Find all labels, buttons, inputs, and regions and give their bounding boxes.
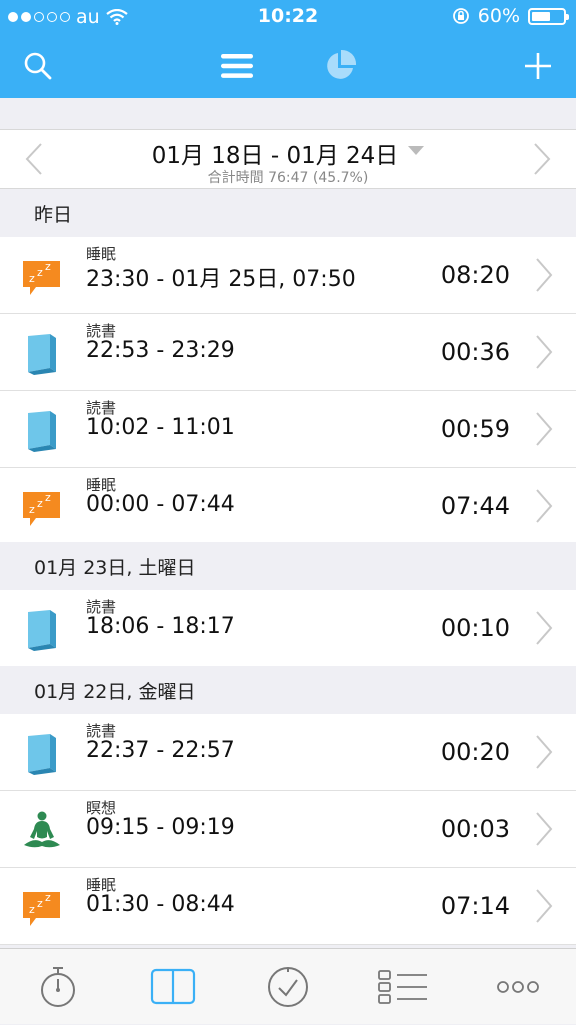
battery-percent: 60% [477, 5, 520, 27]
activity-row[interactable]: 瞑想 09:15 - 09:19 00:03 [0, 791, 576, 868]
tab-timer[interactable] [0, 949, 115, 1025]
chevron-right-icon [536, 489, 553, 523]
menu-icon [221, 54, 253, 78]
chevron-right-icon [536, 258, 553, 292]
duration: 00:36 [440, 338, 510, 366]
search-button[interactable] [12, 34, 64, 98]
status-right: 60% [452, 5, 569, 27]
battery-icon [528, 7, 569, 25]
svg-text:z: z [29, 903, 35, 916]
activity-row[interactable]: z z z 睡眠 01:30 - 08:44 07:14 [0, 868, 576, 945]
tab-bar [0, 948, 576, 1024]
row-disclosure [534, 411, 554, 447]
total-time-label: 合計時間 76:47 (45.7%) [207, 170, 369, 186]
duration: 07:44 [440, 492, 510, 520]
row-disclosure [534, 257, 554, 293]
date-range-label: 01月 18日 - 01月 24日 [151, 143, 399, 169]
chevron-right-icon [534, 143, 551, 175]
dropdown-caret-icon [408, 146, 425, 155]
duration: 00:20 [440, 738, 510, 766]
navigation-bar [0, 34, 576, 98]
meditation-icon [20, 809, 64, 853]
chevron-right-icon [536, 889, 553, 923]
row-disclosure [534, 610, 554, 646]
duration: 00:59 [440, 415, 510, 443]
activity-row[interactable]: 読書 18:06 - 18:17 00:10 [0, 590, 576, 667]
chevron-right-icon [536, 412, 553, 446]
section-header: 01月 22日, 金曜日 [0, 666, 576, 714]
sleep-icon: zzz [20, 255, 64, 299]
duration: 00:03 [440, 815, 510, 843]
date-range-selector: 01月 18日 - 01月 24日 合計時間 76:47 (45.7%) [0, 129, 576, 189]
row-disclosure [534, 811, 554, 847]
svg-text:z: z [37, 497, 43, 510]
book-icon [20, 409, 64, 453]
svg-text:z: z [45, 491, 51, 504]
time-range: 01:30 - 08:44 [86, 892, 235, 917]
date-range-dropdown[interactable]: 01月 18日 - 01月 24日 [0, 136, 576, 170]
goals-icon [267, 967, 308, 1007]
chevron-right-icon [536, 812, 553, 846]
duration: 07:14 [440, 892, 510, 920]
activity-row[interactable]: 読書 10:02 - 11:01 00:59 [0, 391, 576, 468]
stopwatch-icon [40, 967, 75, 1007]
book-icon [20, 608, 64, 652]
activity-row[interactable]: z z z 睡眠 23:30 - 01月 25日, 07:50 08:20 [0, 237, 576, 314]
svg-text:z: z [37, 266, 43, 279]
sleep-icon: zzz [20, 486, 64, 530]
svg-text:z: z [45, 891, 51, 904]
tab-categories[interactable] [345, 949, 460, 1025]
chevron-right-icon [536, 335, 553, 369]
tab-log[interactable] [115, 949, 230, 1025]
duration: 08:20 [440, 261, 510, 289]
menu-button[interactable] [212, 34, 262, 98]
tab-more[interactable] [460, 949, 575, 1025]
svg-text:z: z [29, 272, 35, 285]
book-icon [20, 332, 64, 376]
svg-text:z: z [29, 503, 35, 516]
tab-goals[interactable] [230, 949, 345, 1025]
row-disclosure [534, 734, 554, 770]
book-icon [20, 732, 64, 776]
list-icon [377, 970, 427, 1004]
add-entry-button[interactable] [512, 34, 564, 98]
row-disclosure [534, 888, 554, 924]
time-range: 10:02 - 11:01 [86, 415, 235, 440]
svg-text:z: z [37, 897, 43, 910]
time-range: 18:06 - 18:17 [86, 614, 235, 639]
more-icon [496, 981, 539, 993]
chevron-right-icon [536, 611, 553, 645]
activity-row[interactable]: z z z 睡眠 00:00 - 07:44 07:44 [0, 468, 576, 545]
section-header: 昨日 [0, 189, 576, 237]
status-bar: au 10:22 60% [0, 0, 576, 34]
rotation-lock-icon [452, 8, 469, 24]
time-range: 09:15 - 09:19 [86, 815, 235, 840]
time-range: 23:30 - 01月 25日, 07:50 [86, 267, 356, 292]
add-icon [525, 53, 551, 79]
row-disclosure [534, 488, 554, 524]
section-header: 01月 23日, 土曜日 [0, 542, 576, 590]
sleep-icon: zzz [20, 886, 64, 930]
pie-chart-icon [327, 49, 357, 79]
statistics-button[interactable] [314, 34, 366, 98]
time-range: 22:53 - 23:29 [86, 338, 235, 363]
duration: 00:10 [440, 614, 510, 642]
log-book-icon [150, 968, 195, 1005]
activity-row[interactable]: 読書 22:37 - 22:57 00:20 [0, 714, 576, 791]
svg-text:z: z [45, 260, 51, 273]
time-range: 00:00 - 07:44 [86, 492, 235, 517]
row-disclosure [534, 334, 554, 370]
time-range: 22:37 - 22:57 [86, 738, 235, 763]
search-icon [24, 52, 52, 80]
next-week-button[interactable] [522, 130, 562, 188]
chevron-right-icon [536, 735, 553, 769]
activity-row[interactable]: 読書 22:53 - 23:29 00:36 [0, 314, 576, 391]
